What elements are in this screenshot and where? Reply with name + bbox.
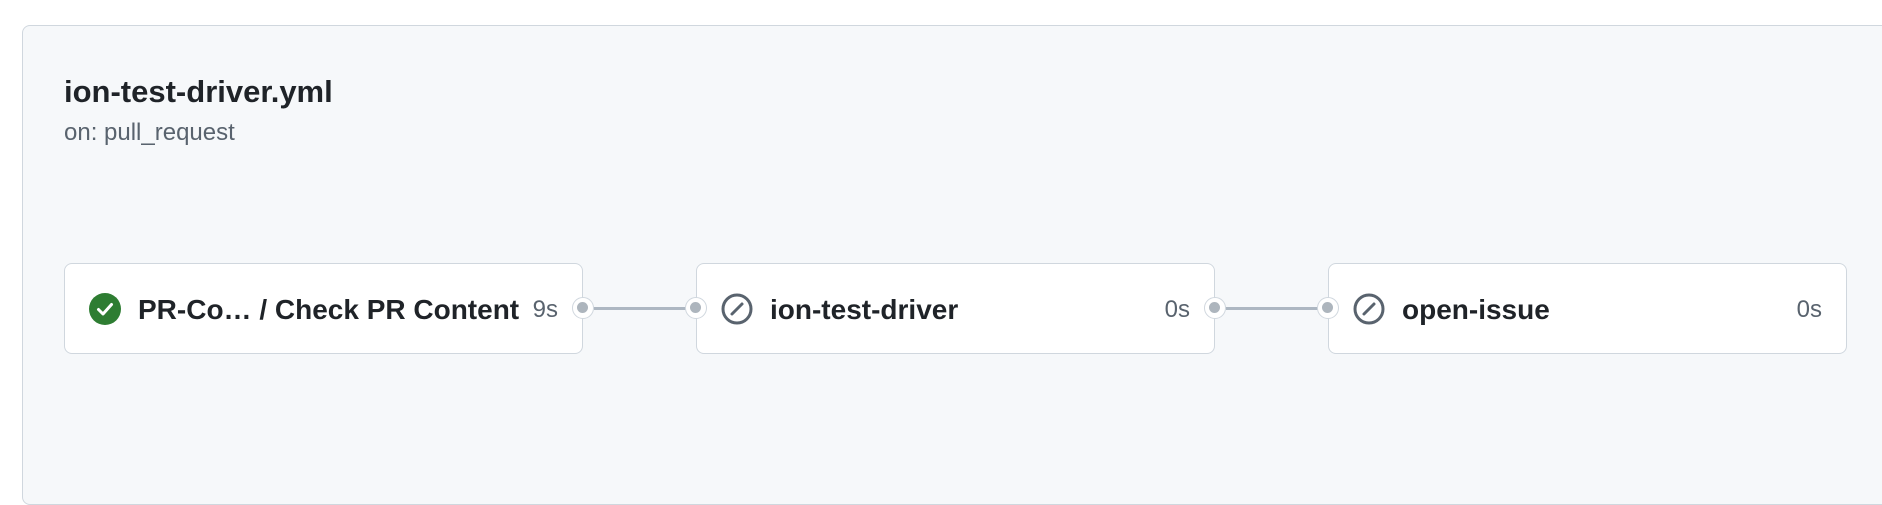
workflow-trigger: on: pull_request	[64, 119, 235, 146]
skip-icon	[721, 293, 753, 325]
job-duration: 0s	[1796, 296, 1822, 323]
job-duration: 0s	[1164, 296, 1190, 323]
check-circle-fill-icon	[89, 293, 121, 325]
job-name: PR-Co… / Check PR Content	[138, 294, 520, 325]
job-duration: 9s	[532, 296, 558, 323]
job-output-port	[1204, 297, 1226, 319]
job-connector	[594, 307, 690, 310]
job-input-port	[685, 297, 707, 319]
workflow-title: ion-test-driver.yml	[64, 74, 333, 109]
job-name: ion-test-driver	[770, 294, 959, 325]
job-node[interactable]: open-issue 0s	[1317, 263, 1847, 354]
job-node[interactable]: ion-test-driver 0s	[685, 263, 1226, 354]
job-name: open-issue	[1402, 294, 1550, 325]
job-output-port	[572, 297, 594, 319]
job-connector	[1226, 307, 1322, 310]
skip-icon	[1353, 293, 1385, 325]
job-input-port	[1317, 297, 1339, 319]
job-node[interactable]: PR-Co… / Check PR Content 9s	[64, 263, 594, 354]
